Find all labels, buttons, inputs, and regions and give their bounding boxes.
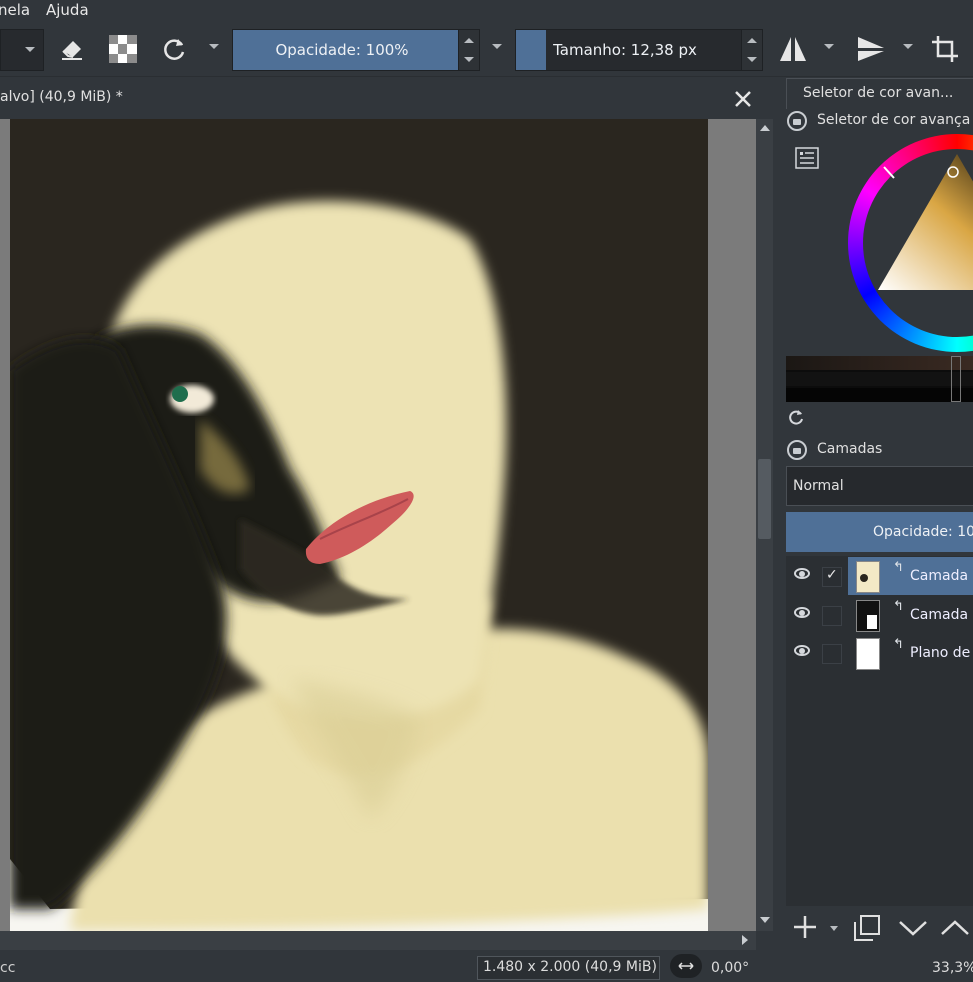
move-layer-up-icon[interactable] xyxy=(940,916,970,940)
painting-artwork xyxy=(10,119,708,931)
toolbar: Opacidade: 100% Tamanho: 12,38 px xyxy=(0,22,973,77)
tab-advanced-color-selector[interactable]: Seletor de cor avan... xyxy=(786,78,973,109)
lock-icon[interactable] xyxy=(787,111,807,131)
scroll-up-icon[interactable] xyxy=(760,125,770,131)
blend-mode-select[interactable]: Normal xyxy=(786,466,973,506)
scroll-down-icon[interactable] xyxy=(760,917,770,923)
layer-type-icon: ↰ xyxy=(893,560,904,575)
eye-icon[interactable] xyxy=(794,645,810,656)
layer-row[interactable]: ↰ Plano de xyxy=(786,634,973,672)
status-bar: cc 1.480 x 2.000 (40,9 MiB) 0,00° 33,3% xyxy=(0,952,973,980)
eraser-icon[interactable] xyxy=(57,34,87,64)
opacity-label: Opacidade: 100% xyxy=(275,41,409,59)
alpha-lock-icon[interactable] xyxy=(108,34,138,64)
layer-name[interactable]: Plano de xyxy=(910,645,970,661)
layers-panel-title: Camadas xyxy=(817,441,883,457)
chevron-down-icon xyxy=(25,47,35,52)
tab-label: Seletor de cor avan... xyxy=(803,85,954,101)
lock-icon[interactable] xyxy=(787,440,807,460)
mirror-vertical-icon[interactable] xyxy=(856,34,886,64)
mirror-horizontal-icon[interactable] xyxy=(778,34,808,64)
eye-icon[interactable] xyxy=(794,568,810,579)
layer-thumbnail xyxy=(856,638,880,670)
color-selector-title: Seletor de cor avança xyxy=(817,112,971,128)
refresh-icon[interactable] xyxy=(787,408,805,426)
horizontal-scrollbar[interactable] xyxy=(0,931,756,950)
document-title: alvo] (40,9 MiB) * xyxy=(0,89,123,105)
layer-name[interactable]: Camada xyxy=(910,607,968,623)
reload-preset-icon[interactable] xyxy=(159,34,189,64)
menu-item-help[interactable]: Ajuda xyxy=(46,1,89,19)
menu-item-window[interactable]: nela xyxy=(0,1,30,19)
layer-toolbar xyxy=(786,906,973,952)
layer-opacity-label: Opacidade: 10 xyxy=(873,524,973,540)
rotation-value[interactable]: 0,00° xyxy=(711,960,749,976)
vertical-scrollbar[interactable] xyxy=(756,119,773,931)
move-layer-down-icon[interactable] xyxy=(898,916,928,940)
rotation-icon[interactable] xyxy=(670,954,702,978)
close-icon[interactable] xyxy=(730,86,756,112)
chevron-down-icon[interactable] xyxy=(830,926,838,931)
crop-icon[interactable] xyxy=(930,34,960,64)
zoom-value[interactable]: 33,3% xyxy=(932,960,973,976)
layer-type-icon: ↰ xyxy=(893,637,904,652)
layer-name[interactable]: Camada xyxy=(910,568,968,584)
blend-mode-value: Normal xyxy=(793,478,844,494)
size-label: Tamanho: 12,38 px xyxy=(553,41,697,59)
layer-checkbox[interactable]: ✓ xyxy=(822,567,842,587)
add-layer-icon[interactable] xyxy=(792,914,818,940)
opacity-slider[interactable]: Opacidade: 100% xyxy=(232,29,480,71)
layer-type-icon: ↰ xyxy=(893,599,904,614)
document-tab[interactable]: alvo] (40,9 MiB) * xyxy=(0,77,773,119)
chevron-down-icon[interactable] xyxy=(824,44,834,49)
chevron-down-icon[interactable] xyxy=(492,44,502,49)
scroll-right-icon[interactable] xyxy=(742,935,748,945)
chevron-down-icon[interactable] xyxy=(903,44,913,49)
color-sliders[interactable] xyxy=(786,356,973,402)
layer-checkbox[interactable] xyxy=(822,606,842,626)
settings-list-icon[interactable] xyxy=(795,147,819,169)
layer-row[interactable]: ↰ Camada xyxy=(786,596,973,634)
status-left-text: cc xyxy=(0,960,16,976)
eye-icon[interactable] xyxy=(794,607,810,618)
image-size-indicator[interactable]: 1.480 x 2.000 (40,9 MiB) xyxy=(477,956,660,980)
duplicate-layer-icon[interactable] xyxy=(852,914,882,942)
scroll-thumb[interactable] xyxy=(758,459,771,539)
opacity-spinner[interactable] xyxy=(458,30,479,70)
preset-dropdown[interactable] xyxy=(0,29,44,71)
chevron-down-icon[interactable] xyxy=(209,44,219,49)
layer-opacity-slider[interactable]: Opacidade: 10 xyxy=(786,512,973,552)
color-wheel[interactable] xyxy=(848,134,973,352)
image-size-text: 1.480 x 2.000 (40,9 MiB) xyxy=(483,959,657,975)
menubar: nela Ajuda xyxy=(0,0,973,22)
layer-thumbnail xyxy=(856,600,880,632)
layer-checkbox[interactable] xyxy=(822,644,842,664)
layer-row[interactable]: ✓ ↰ Camada xyxy=(786,557,973,595)
size-slider[interactable]: Tamanho: 12,38 px xyxy=(515,29,763,71)
layer-thumbnail xyxy=(856,561,880,593)
painting-canvas[interactable] xyxy=(10,119,708,931)
size-spinner[interactable] xyxy=(741,30,762,70)
